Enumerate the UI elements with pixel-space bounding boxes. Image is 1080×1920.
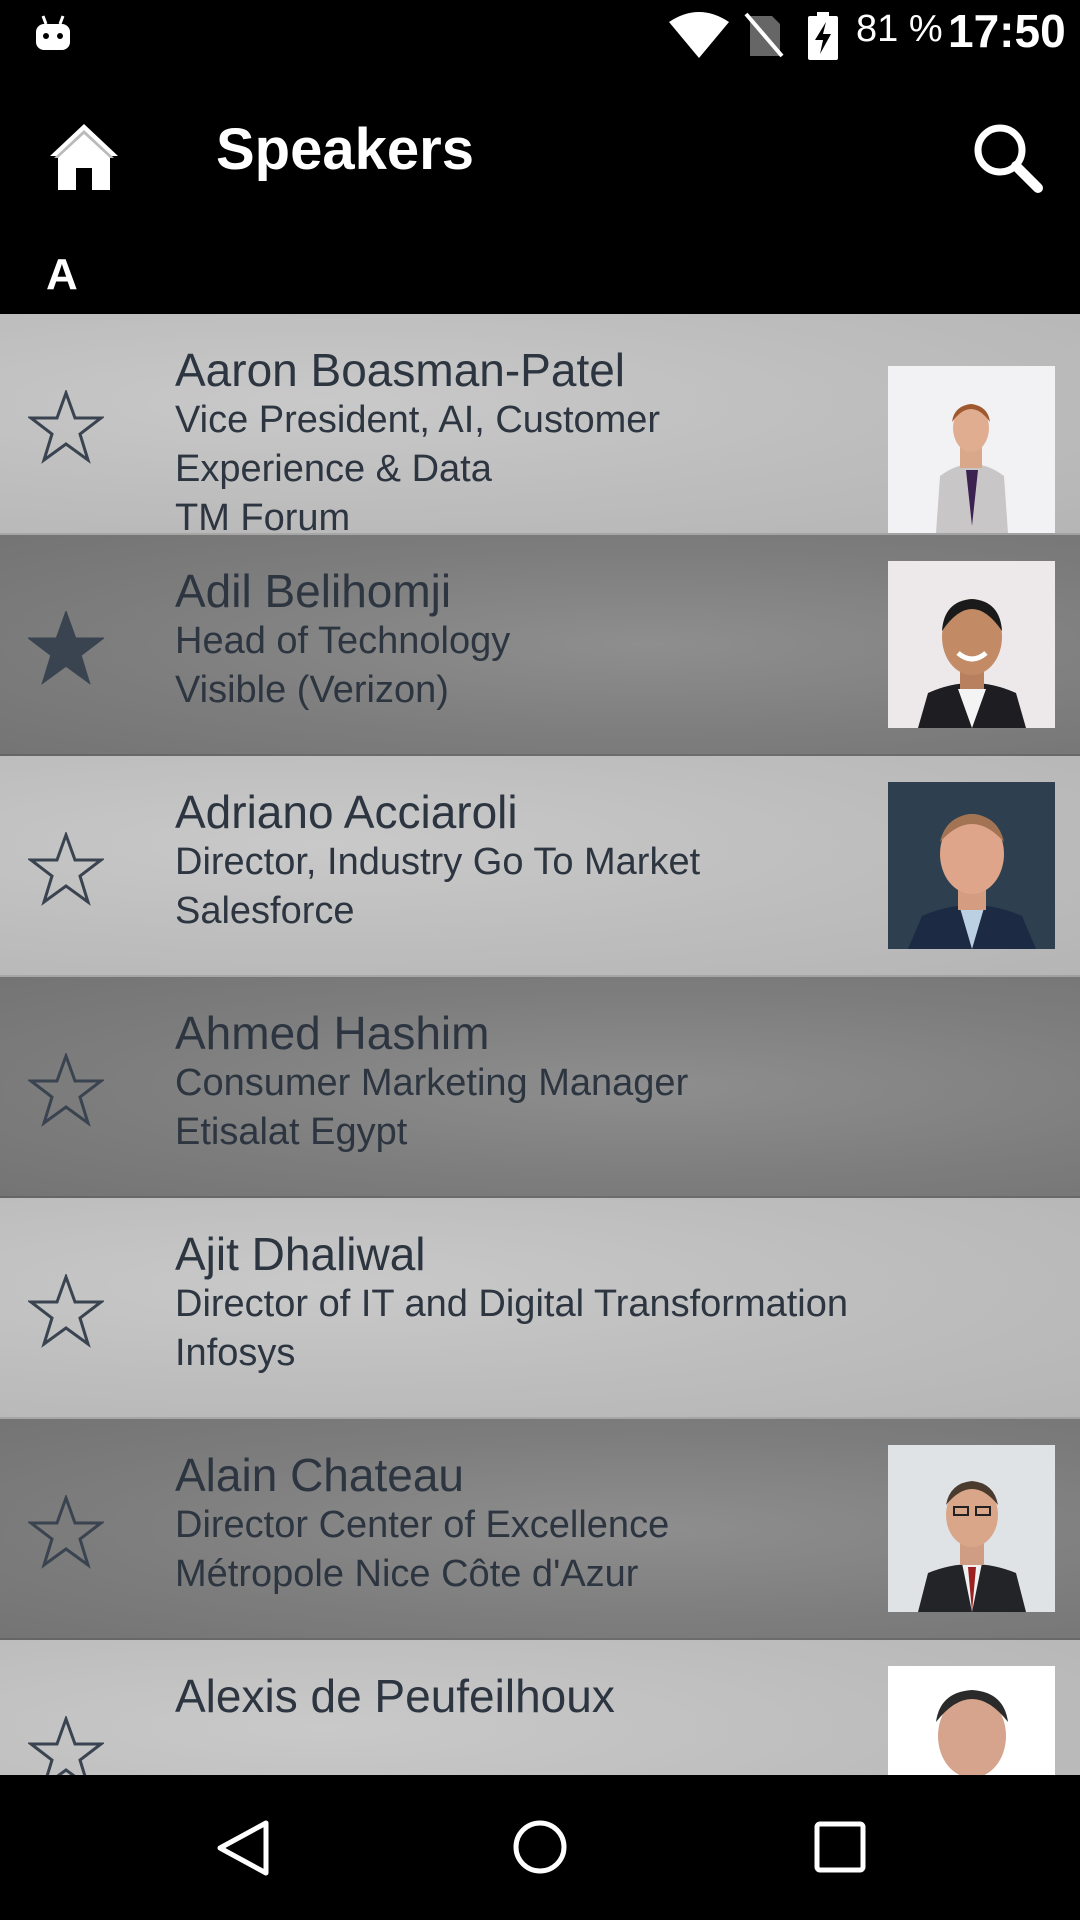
speaker-info: Alain Chateau Director Center of Excelle…	[175, 1449, 875, 1599]
speaker-company: Salesforce	[175, 890, 355, 932]
speaker-photo	[888, 1445, 1055, 1612]
speaker-info: Adriano Acciaroli Director, Industry Go …	[175, 786, 875, 936]
speaker-name: Ahmed Hashim	[175, 1007, 490, 1059]
speaker-title: Vice President, AI, Customer	[175, 399, 661, 441]
star-outline-icon[interactable]	[28, 832, 104, 906]
list-item[interactable]: Adil Belihomji Head of Technology Visibl…	[0, 535, 1080, 756]
speaker-title: Director Center of Excellence	[175, 1504, 670, 1546]
star-filled-icon[interactable]	[28, 611, 104, 685]
speaker-name: Alexis de Peufeilhoux	[175, 1670, 615, 1722]
star-outline-icon[interactable]	[28, 1716, 104, 1775]
status-bar: 81 % 17:50	[0, 0, 1080, 66]
list-item[interactable]: Alexis de Peufeilhoux	[0, 1640, 1080, 1775]
list-item[interactable]: Alain Chateau Director Center of Excelle…	[0, 1419, 1080, 1640]
speaker-info: Alexis de Peufeilhoux	[175, 1670, 875, 1722]
home-circle-icon[interactable]	[512, 1819, 568, 1875]
speaker-name: Adil Belihomji	[175, 565, 452, 617]
list-item[interactable]: Ahmed Hashim Consumer Marketing Manager …	[0, 977, 1080, 1198]
speaker-photo	[888, 1666, 1055, 1775]
speaker-title: Director of IT and Digital Transformatio…	[175, 1283, 849, 1325]
speaker-company: Métropole Nice Côte d'Azur	[175, 1553, 639, 1595]
speaker-company: Etisalat Egypt	[175, 1111, 408, 1153]
speaker-company: Infosys	[175, 1332, 296, 1374]
battery-percent: 81 %	[856, 8, 943, 50]
app-bar: Speakers	[0, 66, 1080, 236]
list-item[interactable]: Adriano Acciaroli Director, Industry Go …	[0, 756, 1080, 977]
star-outline-icon[interactable]	[28, 1274, 104, 1348]
star-outline-icon[interactable]	[28, 1053, 104, 1127]
home-icon[interactable]	[48, 122, 120, 192]
android-icon	[36, 15, 70, 50]
search-icon[interactable]	[970, 120, 1044, 194]
navigation-bar	[0, 1775, 1080, 1920]
speaker-photo	[888, 782, 1055, 949]
speaker-company: Visible (Verizon)	[175, 669, 449, 711]
battery-charging-icon	[808, 12, 838, 60]
back-icon[interactable]	[214, 1819, 270, 1877]
speaker-title: Head of Technology	[175, 620, 511, 662]
list-item[interactable]: Aaron Boasman-Patel Vice President, AI, …	[0, 314, 1080, 539]
speaker-name: Adriano Acciaroli	[175, 786, 518, 838]
wifi-icon	[669, 12, 729, 58]
star-outline-icon[interactable]	[28, 390, 104, 464]
speaker-name: Aaron Boasman-Patel	[175, 344, 626, 396]
speaker-info: Adil Belihomji Head of Technology Visibl…	[175, 565, 875, 715]
speaker-title: Experience & Data	[175, 448, 492, 490]
section-letter: A	[46, 250, 78, 299]
speaker-title: Director, Industry Go To Market	[175, 841, 701, 883]
clock: 17:50	[948, 5, 1066, 57]
speaker-name: Ajit Dhaliwal	[175, 1228, 426, 1280]
page-title: Speakers	[216, 117, 474, 182]
speaker-name: Alain Chateau	[175, 1449, 464, 1501]
speaker-info: Aaron Boasman-Patel Vice President, AI, …	[175, 344, 875, 543]
speaker-photo	[888, 561, 1055, 728]
section-header: A	[0, 236, 1080, 314]
star-outline-icon[interactable]	[28, 1495, 104, 1569]
list-item[interactable]: Ajit Dhaliwal Director of IT and Digital…	[0, 1198, 1080, 1419]
no-sim-icon	[744, 12, 784, 58]
speaker-title: Consumer Marketing Manager	[175, 1062, 689, 1104]
speakers-list[interactable]: Aaron Boasman-Patel Vice President, AI, …	[0, 314, 1080, 1775]
speaker-photo	[888, 366, 1055, 533]
recents-icon[interactable]	[814, 1821, 866, 1873]
speaker-info: Ahmed Hashim Consumer Marketing Manager …	[175, 1007, 875, 1157]
speaker-info: Ajit Dhaliwal Director of IT and Digital…	[175, 1228, 1075, 1378]
